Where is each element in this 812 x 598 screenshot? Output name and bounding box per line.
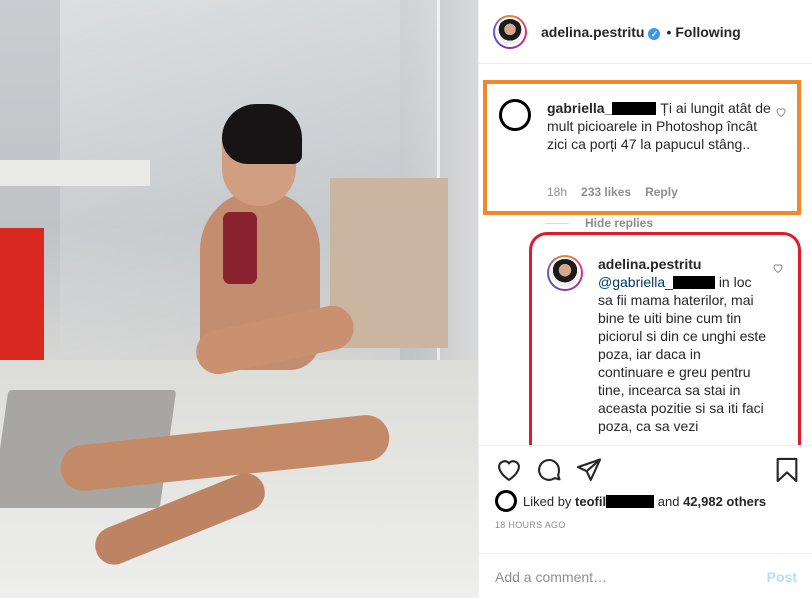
reply-mention[interactable]: @gabriella_ xyxy=(598,274,715,290)
likes-summary: Liked by teofil and 42,982 others xyxy=(495,490,766,512)
comment-highlighted: gabriella_ Ți ai lungit atât de mult pic… xyxy=(483,80,801,215)
post-comment-button[interactable]: Post xyxy=(767,569,797,585)
verified-badge-icon: ✓ xyxy=(648,27,661,40)
hide-replies-label[interactable]: Hide replies xyxy=(585,216,653,230)
redaction-bar xyxy=(606,494,655,508)
separator-dot: • xyxy=(666,23,672,40)
heart-icon[interactable] xyxy=(495,456,523,484)
reply-highlighted: adelina.pestritu @gabriella_ in loc sa f… xyxy=(529,232,801,445)
redaction-bar xyxy=(672,276,715,289)
comment-time[interactable]: 18h xyxy=(547,185,567,199)
share-icon[interactable] xyxy=(575,456,603,484)
likes-prefix: Liked by xyxy=(523,493,572,509)
reply-username[interactable]: adelina.pestritu xyxy=(598,256,701,272)
liker-avatar-redacted[interactable] xyxy=(495,490,517,512)
post-timestamp[interactable]: 18 HOURS AGO xyxy=(495,520,566,530)
photo-shelf xyxy=(0,160,150,186)
following-button[interactable]: Following xyxy=(675,24,740,40)
author-avatar[interactable] xyxy=(493,14,527,49)
post-actions: Liked by teofil and 42,982 others 18 HOU… xyxy=(479,445,812,598)
reply-body: in loc sa fii mama haterilor, mai bine t… xyxy=(598,274,767,434)
comment-likes[interactable]: 233 likes xyxy=(581,185,631,199)
liker-username[interactable]: teofil xyxy=(575,494,655,509)
photo-figure-hair xyxy=(222,104,302,164)
post-photo xyxy=(0,0,478,598)
likes-conjunction: and xyxy=(657,493,680,509)
photo-red-cabinet xyxy=(0,228,44,368)
comment-icon[interactable] xyxy=(535,456,563,484)
reply-like-icon[interactable] xyxy=(772,262,784,274)
post-header: adelina.pestritu ✓ • Following xyxy=(479,0,812,64)
redaction-bar xyxy=(612,102,657,115)
bookmark-icon[interactable] xyxy=(773,456,801,484)
hide-replies-line xyxy=(545,222,569,224)
reply-author-avatar[interactable] xyxy=(547,255,583,291)
add-comment-bar: Post xyxy=(479,553,812,598)
photo-phone xyxy=(223,212,257,284)
comments-list[interactable]: gabriella_ Ți ai lungit atât de mult pic… xyxy=(479,65,812,445)
hide-replies-toggle[interactable]: Hide replies xyxy=(545,216,653,230)
comment-text-block: gabriella_ Ți ai lungit atât de mult pic… xyxy=(547,99,773,153)
add-comment-input[interactable] xyxy=(495,568,767,585)
action-icons-row xyxy=(493,456,803,484)
comment-like-icon[interactable] xyxy=(775,106,787,118)
comment-meta: 18h 233 likes Reply xyxy=(547,185,678,199)
commenter-username[interactable]: gabriella_ xyxy=(547,100,657,116)
comment-reply-button[interactable]: Reply xyxy=(645,185,678,199)
author-username[interactable]: adelina.pestritu ✓ xyxy=(541,24,661,40)
reply-text-block: adelina.pestritu @gabriella_ in loc sa f… xyxy=(598,255,768,435)
commenter-avatar-redacted[interactable] xyxy=(499,99,531,131)
likes-others-link[interactable]: 42,982 others xyxy=(683,494,766,509)
post-side-panel: adelina.pestritu ✓ • Following gabriella_… xyxy=(478,0,812,598)
